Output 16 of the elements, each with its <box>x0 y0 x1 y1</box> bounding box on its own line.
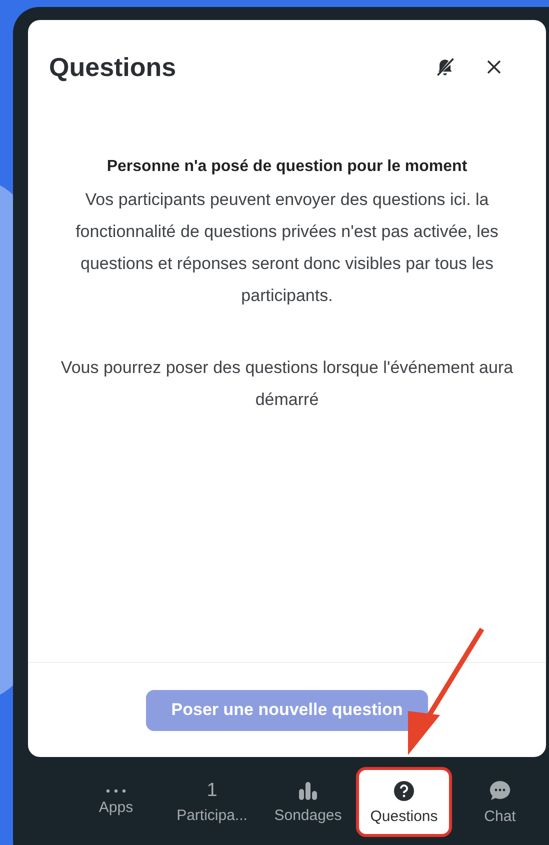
toolbar-tab[interactable]: Sondages <box>260 767 356 837</box>
empty-state-text: Vous pourrez poser des questions lorsque l'événement aura démarré <box>60 357 514 411</box>
bar-chart-icon <box>298 780 318 800</box>
panel-title: Questions <box>49 52 178 82</box>
toolbar-tab[interactable]: 1 Participa... <box>164 767 260 837</box>
question-icon <box>393 780 415 802</box>
toolbar-tab[interactable]: Chat <box>452 767 548 837</box>
toolbar-tab[interactable]: Questions <box>356 767 452 837</box>
empty-state-text: Vos participants peuvent envoyer des questions ici. la fonctionnalité de questions privées n'est pas activée, les questions et réponses seront donc visibles par tous les participants. <box>74 189 500 307</box>
empty-state-heading: Personne n'a posé de question pour le moment <box>106 158 468 176</box>
toolbar-tab[interactable]: Apps <box>68 767 164 837</box>
chat-bubble-icon <box>489 780 511 802</box>
participant-count: 1 <box>206 780 218 800</box>
close-icon[interactable] <box>486 59 502 75</box>
more-icon <box>106 788 126 792</box>
muted-bell-icon[interactable] <box>434 56 456 78</box>
